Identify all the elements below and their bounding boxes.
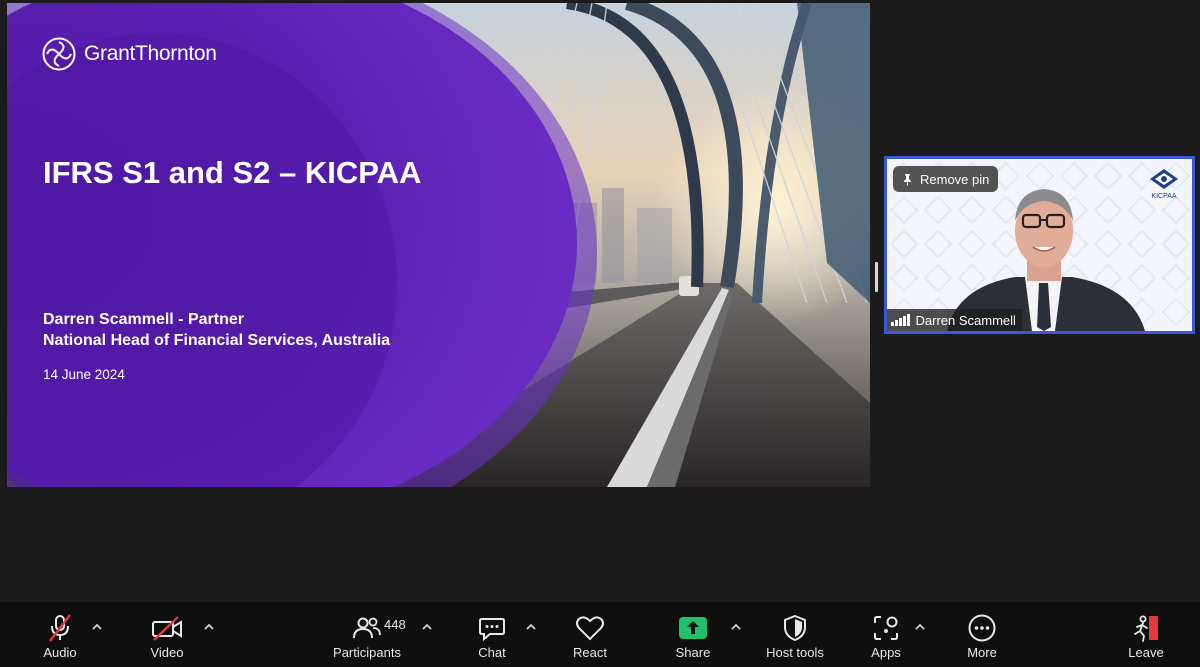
chat-bubble-icon bbox=[479, 618, 505, 642]
share-options-caret[interactable] bbox=[730, 622, 742, 632]
more-button[interactable]: More bbox=[961, 602, 1003, 667]
participants-icon bbox=[353, 617, 381, 639]
more-ellipsis-icon bbox=[968, 614, 996, 642]
microphone-muted-icon bbox=[49, 614, 71, 642]
apps-icon bbox=[874, 616, 898, 640]
slide-date: 14 June 2024 bbox=[43, 367, 125, 382]
video-camera-off-icon bbox=[152, 616, 182, 641]
leave-door-icon bbox=[1134, 615, 1158, 642]
logo-text: GrantThornton bbox=[84, 42, 217, 65]
participant-name: Darren Scammell bbox=[915, 312, 1016, 328]
presenter-name-role: Darren Scammell - Partner bbox=[43, 311, 244, 328]
shared-screen-slide: GrantThornton IFRS S1 and S2 – KICPAA Da… bbox=[7, 3, 870, 487]
audio-button[interactable]: Audio bbox=[38, 602, 82, 667]
leave-button[interactable]: Leave bbox=[1125, 602, 1167, 667]
host-tools-button[interactable]: Host tools bbox=[762, 602, 828, 667]
shield-icon bbox=[784, 614, 806, 642]
chat-options-caret[interactable] bbox=[525, 622, 537, 632]
remove-pin-button[interactable]: Remove pin bbox=[893, 166, 999, 192]
chat-button[interactable]: Chat bbox=[470, 602, 514, 667]
participants-options-caret[interactable] bbox=[421, 622, 433, 632]
share-screen-icon bbox=[679, 617, 707, 639]
connection-signal-icon bbox=[891, 314, 910, 326]
share-button[interactable]: Share bbox=[671, 602, 715, 667]
heart-icon bbox=[576, 616, 604, 641]
chat-label: Chat bbox=[478, 645, 506, 660]
participants-button[interactable]: Participants bbox=[330, 602, 404, 667]
participant-video-tile[interactable]: Remove pin KICPAA Darren Scammell bbox=[884, 156, 1195, 334]
presenter-info: Darren Scammell - Partner National Head … bbox=[43, 309, 390, 351]
split-view-resize-handle[interactable] bbox=[875, 262, 878, 292]
slide-title: IFRS S1 and S2 – KICPAA bbox=[43, 155, 422, 190]
participants-count: 448 bbox=[384, 617, 406, 632]
leave-label: Leave bbox=[1128, 645, 1164, 660]
video-button[interactable]: Video bbox=[144, 602, 190, 667]
kicpaa-logo: KICPAA bbox=[1150, 169, 1178, 200]
audio-label: Audio bbox=[43, 645, 77, 660]
presenter-position: National Head of Financial Services, Aus… bbox=[43, 332, 391, 349]
participant-name-tag: Darren Scammell bbox=[887, 309, 1022, 331]
host-tools-label: Host tools bbox=[766, 645, 824, 660]
video-options-caret[interactable] bbox=[203, 622, 215, 632]
share-label: Share bbox=[675, 645, 711, 660]
audio-options-caret[interactable] bbox=[91, 622, 103, 632]
react-label: React bbox=[573, 645, 607, 660]
svg-text:KICPAA: KICPAA bbox=[1151, 193, 1176, 200]
more-label: More bbox=[967, 645, 997, 660]
apps-options-caret[interactable] bbox=[914, 622, 926, 632]
apps-label: Apps bbox=[871, 645, 901, 660]
bridge-photo-background bbox=[7, 3, 870, 487]
react-button[interactable]: React bbox=[568, 602, 612, 667]
participants-label: Participants bbox=[333, 645, 401, 660]
video-label: Video bbox=[150, 645, 184, 660]
remove-pin-label: Remove pin bbox=[920, 171, 990, 187]
pin-icon bbox=[904, 173, 911, 185]
grant-thornton-logo: GrantThornton bbox=[42, 37, 217, 71]
grant-thornton-logo-icon bbox=[42, 37, 76, 71]
apps-button[interactable]: Apps bbox=[866, 602, 906, 667]
